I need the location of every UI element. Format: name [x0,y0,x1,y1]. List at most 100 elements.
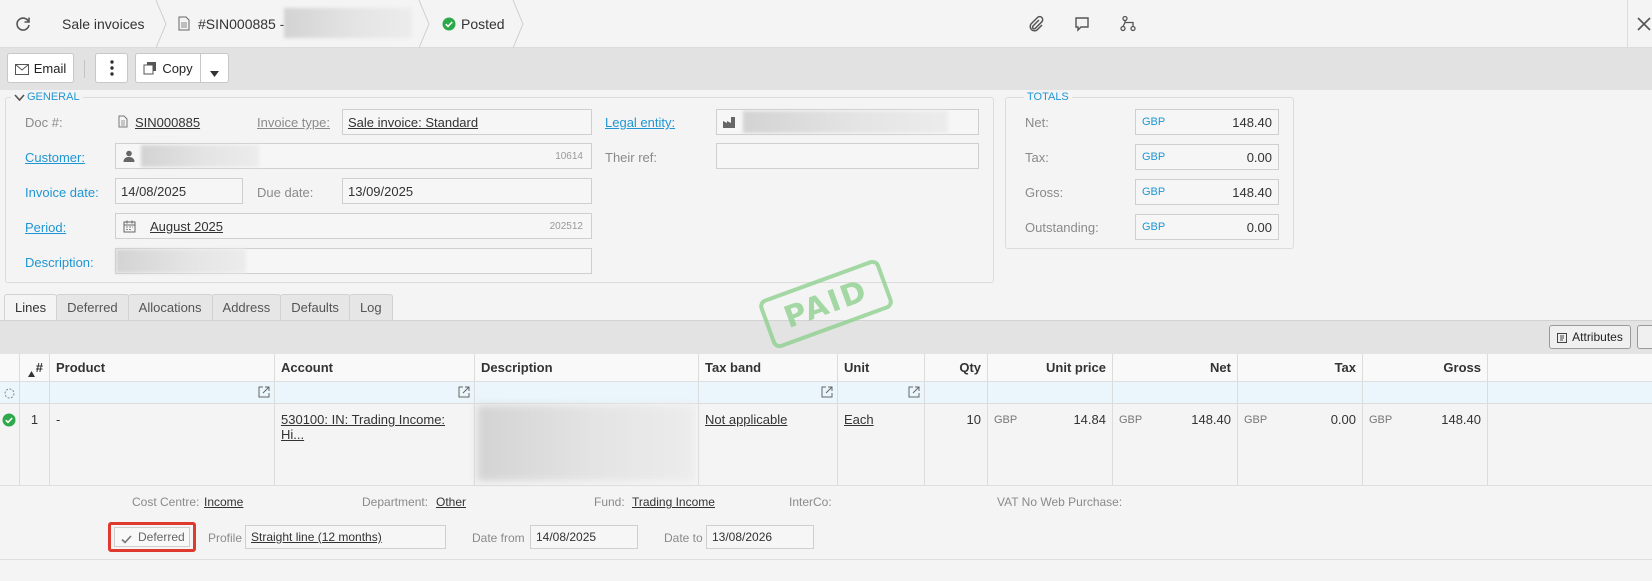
totals-outstanding-label: Outstanding: [1025,220,1099,235]
header-line-number[interactable]: # [20,354,50,381]
row-unit-price[interactable]: GBP 14.84 [988,404,1113,485]
row-gross: GBP 148.40 [1363,404,1488,485]
filter-tax-band[interactable] [699,382,838,403]
doc-number-link[interactable]: SIN000885 [135,115,200,130]
workflow-icon[interactable] [1119,15,1137,33]
filter-gross[interactable] [1363,382,1488,403]
totals-outstanding-field: GBP 0.00 [1135,214,1279,240]
header-unit[interactable]: Unit [838,354,925,381]
filter-description[interactable] [475,382,699,403]
filter-tax[interactable] [1238,382,1363,403]
row-account[interactable]: 530100: IN: Trading Income: Hi... [275,404,475,485]
totals-gross-field: GBP 148.40 [1135,179,1279,205]
copy-icon [143,61,157,75]
header-net[interactable]: Net [1113,354,1238,381]
row-details: Cost Centre: Income Department: Other Fu… [0,487,1652,560]
header-status [0,354,20,381]
their-ref-input[interactable] [716,143,979,169]
row-product[interactable]: - [50,404,275,485]
header-gross[interactable]: Gross [1363,354,1488,381]
calendar-icon [123,220,136,233]
header-tax[interactable]: Tax [1238,354,1363,381]
refresh-icon[interactable] [14,15,32,33]
filter-account[interactable] [275,382,475,403]
row-line-number: 1 [20,404,50,485]
toolbar-divider [1627,0,1628,48]
header-product[interactable]: Product [50,354,275,381]
person-icon [123,150,135,162]
open-link-icon[interactable] [908,386,920,398]
invoice-date-input[interactable]: 14/08/2025 [115,178,243,204]
tab-allocations[interactable]: Allocations [127,294,213,320]
row-ok-icon [2,413,16,427]
header-tax-band[interactable]: Tax band [699,354,838,381]
header-description[interactable]: Description [475,354,699,381]
more-actions-button[interactable] [95,53,128,83]
tab-deferred[interactable]: Deferred [56,294,129,320]
copy-button[interactable]: Copy [135,53,201,83]
invoice-type-field[interactable]: Sale invoice: Standard [342,109,592,135]
filter-qty[interactable] [925,382,988,403]
attributes-button[interactable]: Attributes [1549,325,1631,349]
description-input[interactable] [115,248,592,274]
open-link-icon[interactable] [458,386,470,398]
status-badge: Posted [461,16,505,32]
attributes-icon [1557,332,1568,343]
customer-link[interactable]: Customer: [25,150,85,165]
copy-dropdown-button[interactable] [200,53,229,83]
period-link[interactable]: Period: [25,220,66,235]
kebab-icon [109,60,114,76]
customer-field[interactable]: 10614 [115,143,592,169]
email-button[interactable]: Email [7,53,74,83]
department-link[interactable]: Other [436,495,466,509]
period-code: 202512 [549,220,583,232]
envelope-icon [14,63,29,75]
fund-link[interactable]: Trading Income [632,495,715,509]
doc-file-icon [118,115,128,128]
filter-unit[interactable] [838,382,925,403]
legal-entity-field[interactable] [716,109,979,135]
filter-unit-price[interactable] [988,382,1113,403]
close-icon[interactable] [1636,16,1652,32]
tab-address[interactable]: Address [211,294,282,320]
breadcrumb-sale-invoices[interactable]: Sale invoices [62,0,145,48]
profile-label: Profile [208,531,243,545]
row-tax: GBP 0.00 [1238,404,1363,485]
due-date-input[interactable]: 13/09/2025 [342,178,592,204]
tab-lines[interactable]: Lines [4,294,58,320]
vat-label: VAT No Web Purchase: [997,495,1123,509]
date-from-input[interactable]: 14/08/2025 [530,525,638,549]
invoice-date-label: Invoice date: [25,185,99,200]
legal-entity-link[interactable]: Legal entity: [605,115,675,130]
period-field[interactable]: August 2025 202512 [115,213,592,239]
deferred-checkbox[interactable]: Deferred [114,527,190,547]
posted-check-icon [442,17,456,31]
table-row[interactable]: 1 - 530100: IN: Trading Income: Hi... No… [0,404,1652,486]
general-legend[interactable]: GENERAL [11,91,83,103]
comment-icon[interactable] [1074,16,1090,32]
tab-defaults[interactable]: Defaults [280,294,350,320]
filter-product[interactable] [50,382,275,403]
redacted-customer-name [284,8,412,38]
row-tax-band[interactable]: Not applicable [699,404,838,485]
row-description[interactable] [475,404,699,485]
open-link-icon[interactable] [258,386,270,398]
doc-number-label: Doc #: [25,115,63,130]
tab-log[interactable]: Log [348,294,393,320]
header-qty[interactable]: Qty [925,354,988,381]
date-from-label: Date from [472,531,525,545]
profile-field[interactable]: Straight line (12 months) [245,525,446,549]
totals-tax-label: Tax: [1025,150,1049,165]
date-to-input[interactable]: 13/08/2026 [706,525,814,549]
row-unit[interactable]: Each [838,404,925,485]
header-unit-price[interactable]: Unit price [988,354,1113,381]
open-link-icon[interactable] [821,386,833,398]
cost-centre-link[interactable]: Income [204,495,243,509]
header-account[interactable]: Account [275,354,475,381]
breadcrumb-separator [512,0,524,48]
paperclip-icon[interactable] [1027,15,1045,33]
expand-button[interactable] [1637,325,1652,349]
row-qty[interactable]: 10 [925,404,988,485]
filter-net[interactable] [1113,382,1238,403]
filter-cell[interactable] [20,382,50,403]
